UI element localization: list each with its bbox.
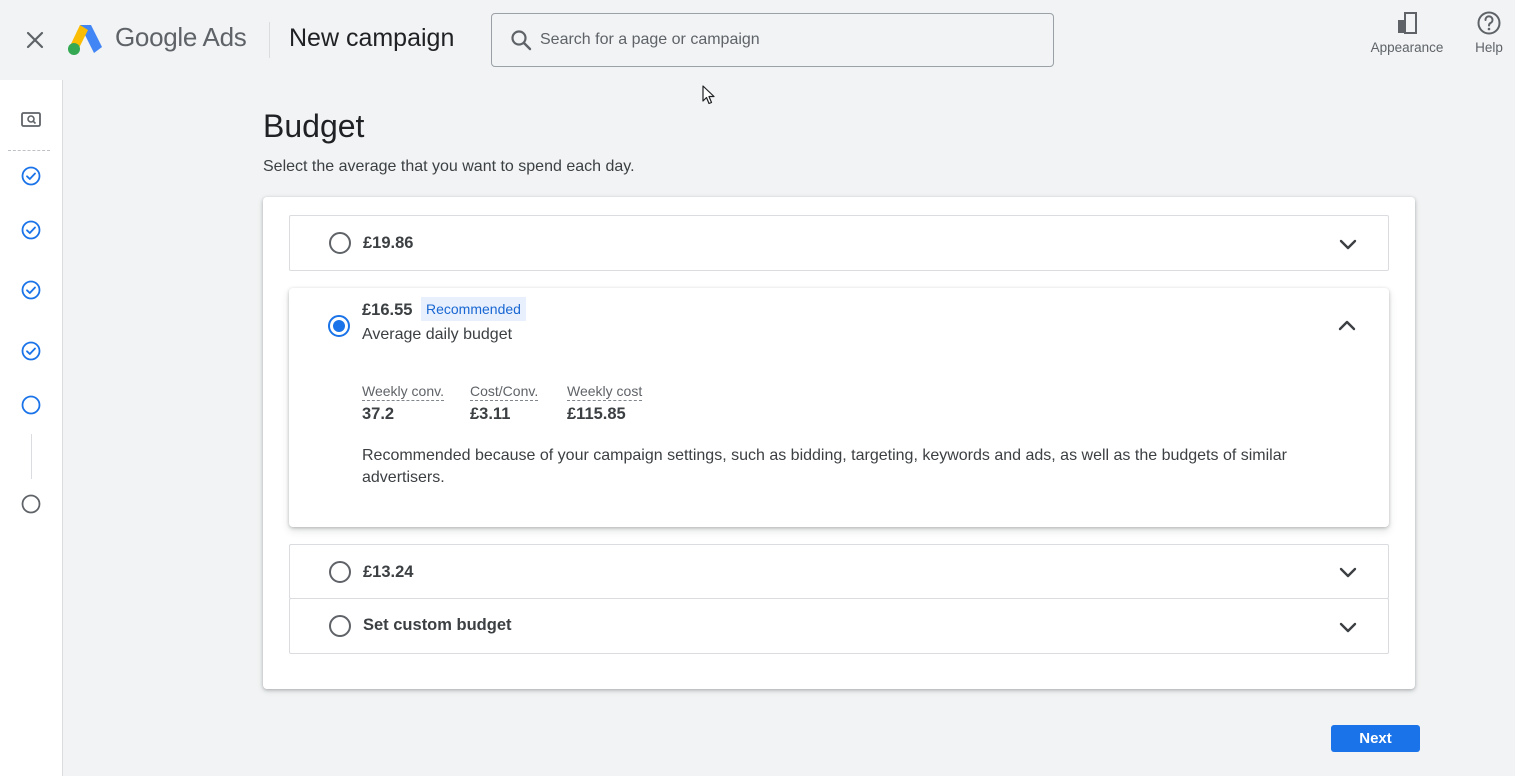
metric-cost-per-conversion: Cost/Conv. £3.11 <box>470 383 539 424</box>
step-rail <box>0 80 63 776</box>
section-subtitle: Select the average that you want to spen… <box>263 158 635 175</box>
rail-divider <box>8 150 50 151</box>
rail-step-5-current[interactable] <box>19 393 43 417</box>
chevron-down-icon[interactable] <box>1336 232 1360 256</box>
check-circle-icon <box>21 341 41 361</box>
budget-description: Average daily budget <box>362 326 513 343</box>
budget-amount: £16.55 <box>362 301 413 319</box>
rail-item-search-preview[interactable] <box>19 108 43 132</box>
brand-name: Google Ads <box>115 22 247 53</box>
check-circle-icon <box>21 220 41 240</box>
section-title: Budget <box>263 108 365 144</box>
metric-value: £115.85 <box>567 405 626 423</box>
chevron-up-icon[interactable] <box>1335 314 1359 338</box>
metric-label[interactable]: Cost/Conv. <box>470 383 539 401</box>
chevron-down-icon[interactable] <box>1336 615 1360 639</box>
metric-label[interactable]: Weekly conv. <box>362 383 444 401</box>
metric-value: 37.2 <box>362 405 395 423</box>
appearance-icon <box>1398 12 1417 34</box>
google-ads-logo-icon <box>68 25 102 55</box>
metric-weekly-cost: Weekly cost £115.85 <box>567 383 643 424</box>
rail-step-2[interactable] <box>19 218 43 242</box>
search-box[interactable] <box>491 13 1054 67</box>
search-icon <box>511 30 532 51</box>
budget-option-3[interactable]: £13.24 <box>289 544 1389 599</box>
brand-google: Google <box>115 22 198 52</box>
metric-weekly-conversions: Weekly conv. 37.2 <box>362 383 444 424</box>
page-title: New campaign <box>289 24 455 52</box>
empty-circle-icon <box>21 395 41 415</box>
search-preview-icon <box>21 112 41 127</box>
rail-connector <box>31 434 32 479</box>
appearance-label: Appearance <box>1370 40 1444 55</box>
check-circle-icon <box>21 166 41 186</box>
rail-step-3[interactable] <box>19 278 43 302</box>
budget-option-custom[interactable]: Set custom budget <box>289 598 1389 654</box>
next-button[interactable]: Next <box>1331 725 1420 752</box>
radio-button-selected[interactable] <box>328 315 350 337</box>
top-header: Google Ads New campaign Appearance Help <box>0 0 1515 80</box>
brand-ads: Ads <box>202 22 247 52</box>
help-label: Help <box>1475 40 1503 55</box>
check-circle-icon <box>21 280 41 300</box>
help-button[interactable]: Help <box>1469 10 1509 55</box>
recommendation-explanation: Recommended because of your campaign set… <box>362 447 1287 486</box>
radio-button[interactable] <box>329 561 351 583</box>
mouse-cursor-icon <box>702 85 715 105</box>
search-input[interactable] <box>540 26 1040 54</box>
budget-option-1[interactable]: £19.86 <box>289 215 1389 271</box>
close-icon <box>26 31 44 49</box>
metric-label[interactable]: Weekly cost <box>567 383 643 401</box>
recommended-badge: Recommended <box>421 297 526 321</box>
chevron-down-icon[interactable] <box>1336 560 1360 584</box>
empty-circle-icon <box>21 494 41 514</box>
radio-button[interactable] <box>329 615 351 637</box>
close-button[interactable] <box>19 24 51 56</box>
budget-amount: £13.24 <box>363 563 414 581</box>
help-icon <box>1477 11 1501 35</box>
rail-step-1[interactable] <box>19 164 43 188</box>
budget-amount: £19.86 <box>363 234 414 252</box>
budget-option-2-recommended[interactable]: £16.55 Recommended Average daily budget … <box>289 288 1389 527</box>
header-divider <box>269 22 270 58</box>
custom-budget-label: Set custom budget <box>363 616 512 634</box>
radio-button[interactable] <box>329 232 351 254</box>
metric-value: £3.11 <box>470 405 511 423</box>
appearance-button[interactable]: Appearance <box>1365 10 1449 55</box>
rail-step-6[interactable] <box>19 492 43 516</box>
rail-step-4[interactable] <box>19 339 43 363</box>
